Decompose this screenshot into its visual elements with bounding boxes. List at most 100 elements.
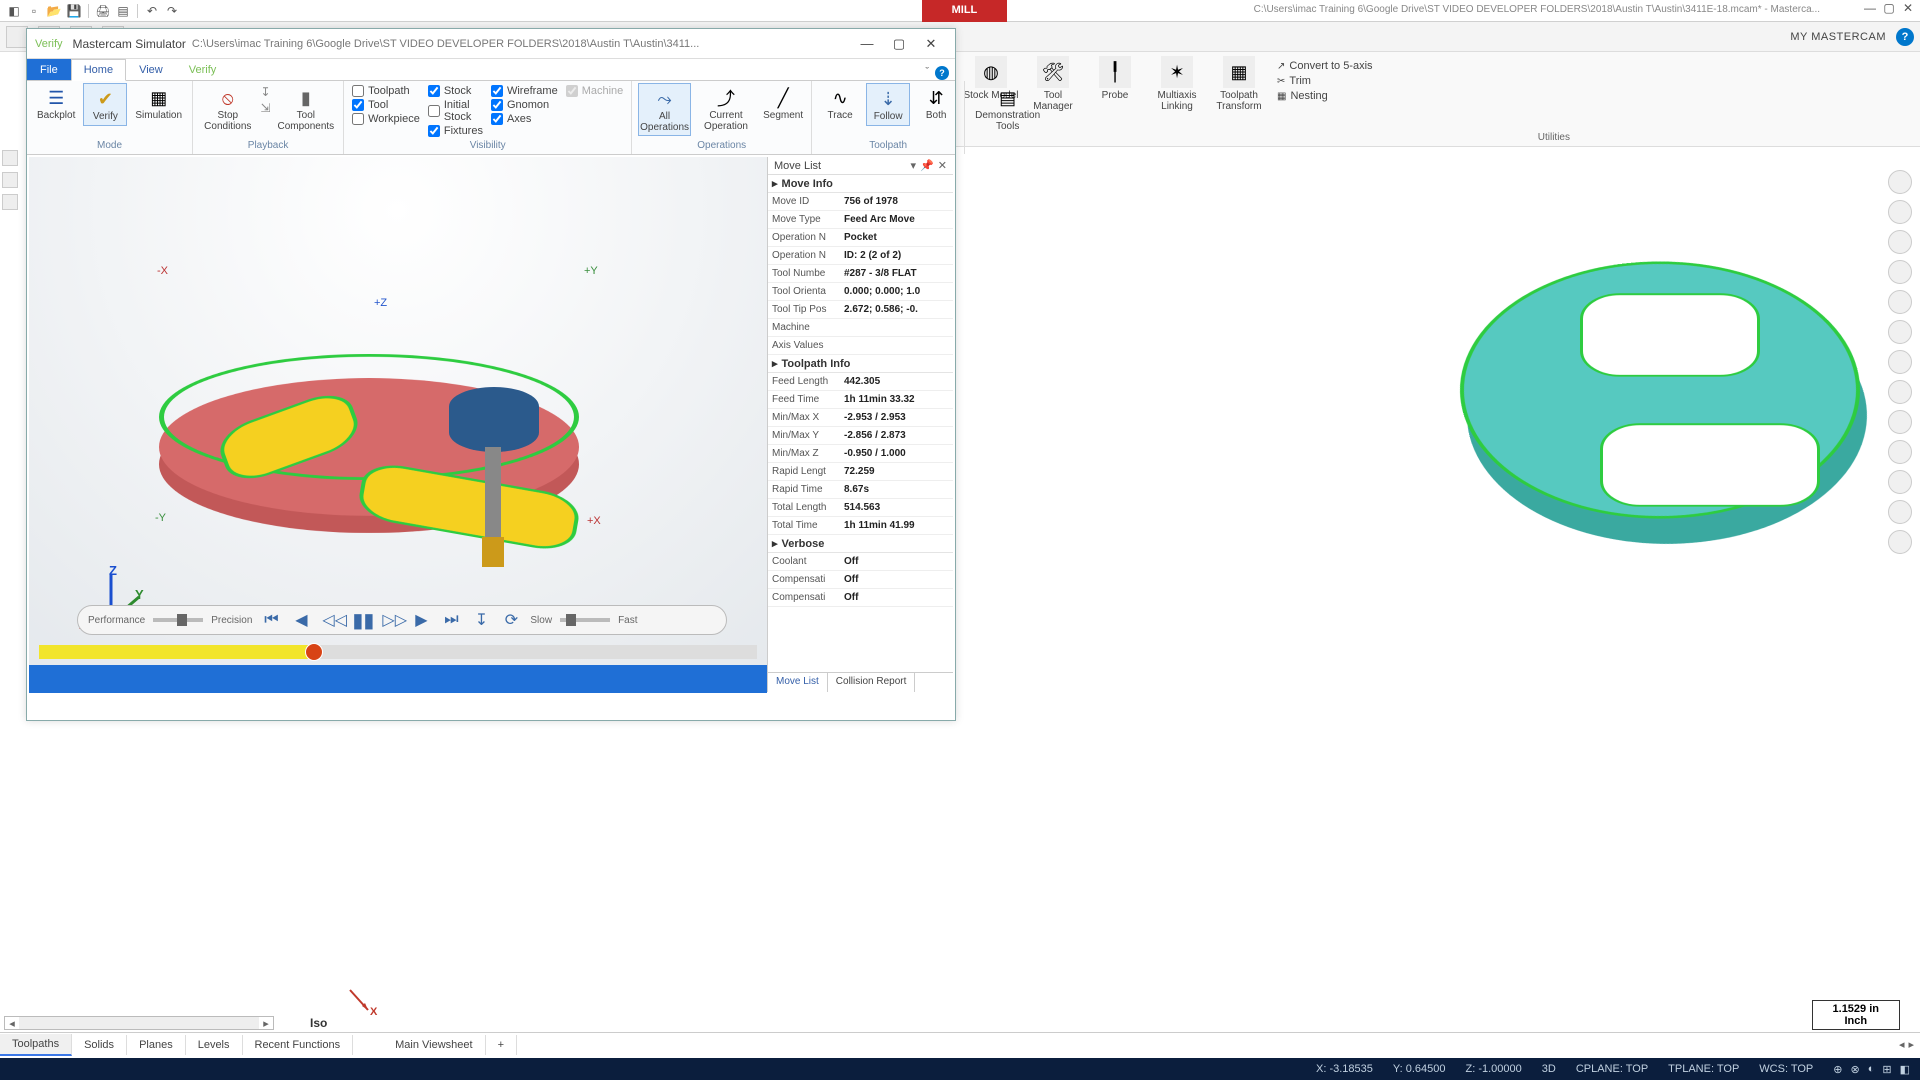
step-icon[interactable]: ↧ xyxy=(470,610,492,630)
new-icon[interactable]: ▫ xyxy=(26,3,42,19)
view-tool-icon[interactable] xyxy=(1888,170,1912,194)
chk-fixtures[interactable]: Fixtures xyxy=(428,125,483,137)
all-operations-button[interactable]: ⤳All Operations xyxy=(638,83,691,136)
tab-verify[interactable]: Verify xyxy=(176,59,230,80)
view-tool-icon[interactable] xyxy=(1888,350,1912,374)
section-move-info[interactable]: ▸ Move Info xyxy=(768,175,953,193)
dock-icon[interactable] xyxy=(2,194,18,210)
tool-components-button[interactable]: ▮Tool Components xyxy=(275,83,338,134)
tab-planes[interactable]: Planes xyxy=(127,1035,186,1055)
convert-5axis-button[interactable]: ↗ Convert to 5-axis xyxy=(1277,60,1373,72)
view-tool-icon[interactable] xyxy=(1888,260,1912,284)
panel-tab-movelist[interactable]: Move List xyxy=(768,673,828,692)
view-tool-icon[interactable] xyxy=(1888,320,1912,344)
chk-stock[interactable]: Stock xyxy=(428,85,483,97)
section-verbose[interactable]: ▸ Verbose xyxy=(768,535,953,553)
nav-right-icon[interactable]: ▸ xyxy=(1908,1038,1914,1051)
dock-icon[interactable] xyxy=(2,150,18,166)
loop-icon[interactable]: ⟳ xyxy=(500,610,522,630)
sim-close-icon[interactable]: ✕ xyxy=(915,33,947,55)
close-icon[interactable]: ✕ xyxy=(1900,0,1916,16)
probe-button[interactable]: ╿Probe xyxy=(1087,56,1143,101)
panel-tab-collision[interactable]: Collision Report xyxy=(828,673,916,692)
chk-tool[interactable]: Tool xyxy=(352,99,420,111)
toolpath-transform-button[interactable]: ▦Toolpath Transform xyxy=(1211,56,1267,112)
chk-initial-stock[interactable]: Initial Stock xyxy=(428,99,483,123)
status-tplane[interactable]: TPLANE: TOP xyxy=(1668,1063,1739,1075)
chk-toolpath[interactable]: Toolpath xyxy=(352,85,420,97)
trim-button[interactable]: ✂ Trim xyxy=(1277,75,1373,87)
sim-maximize-icon[interactable]: ▢ xyxy=(883,33,915,55)
chk-wireframe[interactable]: Wireframe xyxy=(491,85,558,97)
progress-bar[interactable] xyxy=(39,645,757,659)
tool-part-icon[interactable]: ⇲ xyxy=(261,101,271,115)
collapse-ribbon-icon[interactable]: ˇ xyxy=(925,66,929,80)
play-pause-icon[interactable]: ▮▮ xyxy=(350,608,372,633)
minimize-icon[interactable]: — xyxy=(1862,0,1878,16)
main-viewport[interactable] xyxy=(955,150,1880,1020)
tab-main-viewsheet[interactable]: Main Viewsheet xyxy=(383,1035,485,1055)
view-tool-icon[interactable] xyxy=(1888,530,1912,554)
stop-conditions-button[interactable]: ⦸Stop Conditions xyxy=(199,83,256,134)
status-icon[interactable]: ⊗ xyxy=(1851,1063,1860,1076)
tab-solids[interactable]: Solids xyxy=(72,1035,127,1055)
status-3d[interactable]: 3D xyxy=(1542,1063,1556,1075)
tab-file[interactable]: File xyxy=(27,59,71,80)
status-icon[interactable]: ⊕ xyxy=(1833,1063,1842,1076)
sim-minimize-icon[interactable]: — xyxy=(851,33,883,55)
chk-axes[interactable]: Axes xyxy=(491,113,558,125)
speed-slider[interactable] xyxy=(560,618,610,622)
status-wcs[interactable]: WCS: TOP xyxy=(1759,1063,1813,1075)
section-toolpath-info[interactable]: ▸ Toolpath Info xyxy=(768,355,953,373)
panel-dropdown-icon[interactable]: ▾ xyxy=(911,159,917,172)
scroll-right-icon[interactable]: ▸ xyxy=(259,1017,273,1029)
chk-machine[interactable]: Machine xyxy=(566,85,624,97)
chk-workpiece[interactable]: Workpiece xyxy=(352,113,420,125)
simulator-viewport[interactable]: -X +X -Y +Y +Z Z Y X Performance Precisi… xyxy=(29,157,767,693)
tool-part-icon[interactable]: ↧ xyxy=(261,85,271,99)
mill-context-tab[interactable]: MILL xyxy=(922,0,1008,22)
chk-gnomon[interactable]: Gnomon xyxy=(491,99,558,111)
step-fwd-icon[interactable]: ▷▷ xyxy=(380,610,402,630)
view-tool-icon[interactable] xyxy=(1888,500,1912,524)
panel-close-icon[interactable]: ✕ xyxy=(938,159,947,172)
both-button[interactable]: ⇵Both xyxy=(914,83,958,124)
goto-start-icon[interactable]: ⏮ xyxy=(260,611,282,629)
tab-home[interactable]: Home xyxy=(71,59,126,81)
open-icon[interactable]: 📂 xyxy=(46,3,62,19)
redo-icon[interactable]: ↷ xyxy=(164,3,180,19)
tab-recent[interactable]: Recent Functions xyxy=(243,1035,354,1055)
simulation-button[interactable]: ▦Simulation xyxy=(131,83,186,124)
view-tool-icon[interactable] xyxy=(1888,230,1912,254)
sim-help-icon[interactable]: ? xyxy=(935,66,949,80)
step-back-icon[interactable]: ◁◁ xyxy=(320,610,342,630)
doc-icon[interactable]: ▤ xyxy=(115,3,131,19)
quality-slider[interactable] xyxy=(153,618,203,622)
next-op-icon[interactable]: ▶ xyxy=(410,610,432,630)
tab-view[interactable]: View xyxy=(126,59,176,80)
status-cplane[interactable]: CPLANE: TOP xyxy=(1576,1063,1648,1075)
multiaxis-linking-button[interactable]: ✶Multiaxis Linking xyxy=(1149,56,1205,112)
view-tool-icon[interactable] xyxy=(1888,440,1912,464)
prev-op-icon[interactable]: ◀ xyxy=(290,610,312,630)
current-operation-button[interactable]: ⤴Current Operation xyxy=(695,83,757,134)
panel-pin-icon[interactable]: 📌 xyxy=(920,159,934,172)
ribbon-icon[interactable] xyxy=(6,26,28,48)
nav-left-icon[interactable]: ◂ xyxy=(1899,1038,1905,1051)
nesting-button[interactable]: ▦ Nesting xyxy=(1277,90,1373,102)
segment-button[interactable]: ╱Segment xyxy=(761,83,805,124)
trace-button[interactable]: ∿Trace xyxy=(818,83,862,124)
goto-end-icon[interactable]: ⏭ xyxy=(440,611,462,629)
status-icon[interactable]: ◧ xyxy=(1900,1063,1910,1076)
status-icon[interactable]: ⊞ xyxy=(1882,1063,1891,1076)
demo-tools-button[interactable]: ▤Demonstration Tools xyxy=(971,83,1044,134)
view-tool-icon[interactable] xyxy=(1888,200,1912,224)
view-tool-icon[interactable] xyxy=(1888,470,1912,494)
tab-levels[interactable]: Levels xyxy=(186,1035,243,1055)
backplot-button[interactable]: ☰Backplot xyxy=(33,83,79,124)
maximize-icon[interactable]: ▢ xyxy=(1881,0,1897,16)
horizontal-scrollbar[interactable]: ◂ ▸ xyxy=(4,1016,274,1030)
view-tool-icon[interactable] xyxy=(1888,380,1912,404)
print-icon[interactable]: 🖨 xyxy=(95,3,111,19)
scroll-left-icon[interactable]: ◂ xyxy=(5,1017,19,1029)
